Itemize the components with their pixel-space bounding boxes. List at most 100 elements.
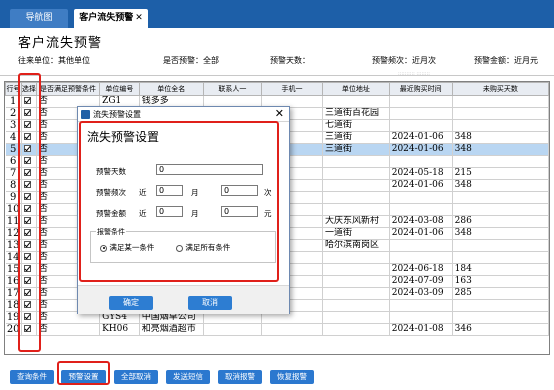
address-cell [322, 287, 390, 300]
days-since-cell [452, 239, 549, 252]
address-cell [322, 95, 390, 108]
last-purchase-cell: 2024-01-06 [389, 227, 453, 240]
address-cell: 大庆东风新村 [322, 215, 390, 228]
last-purchase-cell: 2024-03-09 [389, 287, 453, 300]
highlight-select-column [18, 73, 41, 352]
last-purchase-cell [389, 203, 453, 216]
unit-name-cell: 和亮烟酒超市 [139, 323, 204, 336]
address-cell [322, 251, 390, 264]
highlight-alert-settings-button [57, 361, 110, 385]
last-purchase-cell: 2024-06-18 [389, 263, 453, 276]
last-purchase-cell: 2024-01-06 [389, 131, 453, 144]
days-since-cell [452, 251, 549, 264]
last-purchase-cell [389, 155, 453, 168]
last-purchase-cell [389, 191, 453, 204]
last-purchase-cell: 2024-01-06 [389, 143, 453, 156]
days-since-cell: 346 [452, 323, 549, 336]
address-cell: 三道街百花园 [322, 107, 390, 120]
column-header-contact[interactable]: 联系人一 [202, 82, 263, 96]
last-purchase-cell [389, 311, 453, 324]
last-purchase-cell [389, 107, 453, 120]
tab-bar: 导航图 客户流失预警 ✕ [0, 0, 554, 28]
dialog-button-bar: 确定 取消 [78, 285, 289, 314]
address-cell [322, 311, 390, 324]
app-window: 导航图 客户流失预警 ✕ 客户流失预警 往来单位：其他单位 是否预警：全部 预警天… [0, 0, 554, 390]
days-since-cell: 348 [452, 131, 549, 144]
days-since-cell [452, 95, 549, 108]
filter-unit: 往来单位：其他单位 [18, 56, 90, 65]
cancel-button[interactable]: 取消 [188, 296, 232, 310]
unit-code-cell: KH06 [99, 323, 140, 336]
address-cell: 哈尔滨南岗区 [322, 239, 390, 252]
resize-grip[interactable]: :::::::::: :::::::: [398, 71, 430, 77]
column-header-days-since[interactable]: 未购买天数 [451, 82, 549, 96]
days-since-cell [452, 107, 549, 120]
filter-frequency: 预警频次：近月次 [372, 56, 436, 65]
days-since-cell: 348 [452, 143, 549, 156]
page-title: 客户流失预警 [18, 36, 103, 51]
days-since-cell [452, 119, 549, 132]
meets-alert-cell: 否 [36, 323, 101, 336]
cancel-all-button[interactable]: 全部取消 [114, 370, 158, 384]
grid-header-row: 行号 选择 是否满足预警条件 单位编号 单位全名 联系人一 手机一 单位地址 最… [5, 82, 549, 96]
cancel-alert-button[interactable]: 取消报警 [218, 370, 262, 384]
dialog-title: 流失预警设置 [93, 110, 141, 119]
address-cell: 三道街 [322, 143, 390, 156]
days-since-cell: 163 [452, 275, 549, 288]
last-purchase-cell: 2024-03-08 [389, 215, 453, 228]
address-cell [322, 203, 390, 216]
close-icon[interactable]: ✕ [275, 107, 284, 121]
address-cell [322, 323, 390, 336]
last-purchase-cell [389, 239, 453, 252]
column-header-phone[interactable]: 手机一 [261, 82, 323, 96]
address-cell [322, 191, 390, 204]
days-since-cell [452, 203, 549, 216]
days-since-cell [452, 311, 549, 324]
address-cell: 三道街 [322, 131, 390, 144]
ok-button[interactable]: 确定 [109, 296, 153, 310]
tab-customer-churn-alert[interactable]: 客户流失预警 ✕ [74, 9, 148, 28]
contact-cell [203, 323, 263, 336]
filter-amount: 预警金额：近月元 [474, 56, 538, 65]
last-purchase-cell: 2024-01-08 [389, 323, 453, 336]
column-header-unit-code[interactable]: 单位编号 [99, 82, 140, 96]
address-cell [322, 167, 390, 180]
dialog-titlebar[interactable]: 流失预警设置 ✕ [78, 107, 289, 122]
last-purchase-cell [389, 95, 453, 108]
last-purchase-cell: 2024-05-18 [389, 167, 453, 180]
query-conditions-button[interactable]: 查询条件 [10, 370, 54, 384]
address-cell [322, 275, 390, 288]
last-purchase-cell: 2024-01-06 [389, 179, 453, 192]
last-purchase-cell [389, 299, 453, 312]
days-since-cell [452, 191, 549, 204]
days-since-cell: 286 [452, 215, 549, 228]
tab-navigation-label: 导航图 [25, 13, 53, 23]
address-cell [322, 263, 390, 276]
address-cell [322, 155, 390, 168]
tab-navigation[interactable]: 导航图 [10, 9, 68, 28]
column-header-address[interactable]: 单位地址 [321, 82, 390, 96]
days-since-cell: 348 [452, 179, 549, 192]
column-header-unit-name[interactable]: 单位全名 [138, 82, 204, 96]
highlight-settings-panel [79, 121, 279, 282]
column-header-meets-alert[interactable]: 是否满足预警条件 [35, 82, 101, 96]
days-since-cell [452, 299, 549, 312]
address-cell: 七道街 [322, 119, 390, 132]
send-sms-button[interactable]: 发送短信 [166, 370, 210, 384]
address-cell: 一道街 [322, 227, 390, 240]
address-cell [322, 179, 390, 192]
address-cell [322, 299, 390, 312]
table-row[interactable]: 20 否 KH06 和亮烟酒超市 2024-01-08 346 [5, 323, 549, 336]
tab-customer-churn-alert-label: 客户流失预警 [79, 13, 134, 23]
column-header-last-purchase[interactable]: 最近购买时间 [388, 82, 453, 96]
restore-alert-button[interactable]: 恢复报警 [270, 370, 314, 384]
phone-cell [261, 323, 323, 336]
filter-alert: 是否预警：全部 [163, 56, 219, 65]
days-since-cell: 285 [452, 287, 549, 300]
tab-close-icon[interactable]: ✕ [135, 13, 143, 23]
last-purchase-cell: 2024-07-09 [389, 275, 453, 288]
days-since-cell: 348 [452, 227, 549, 240]
days-since-cell [452, 155, 549, 168]
days-since-cell: 184 [452, 263, 549, 276]
divider [0, 75, 554, 76]
